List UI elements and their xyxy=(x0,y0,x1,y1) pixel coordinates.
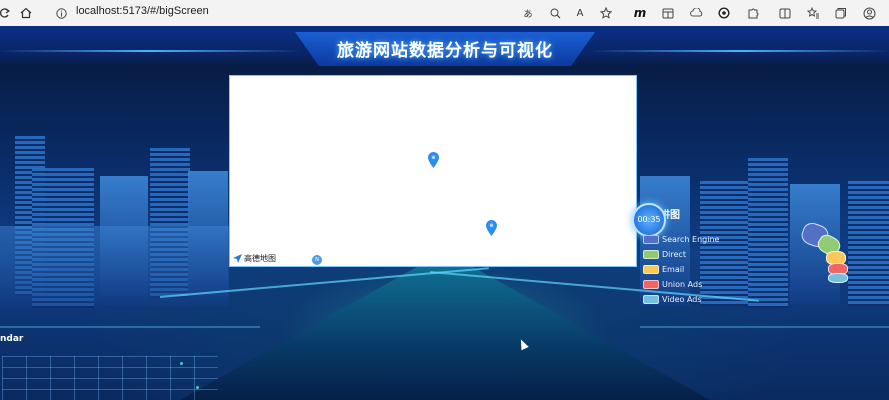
perspective-road xyxy=(180,266,710,400)
extension-icon[interactable] xyxy=(661,4,675,22)
map-marker-icon[interactable] xyxy=(486,220,497,236)
split-screen-icon[interactable] xyxy=(778,4,792,22)
header-line-left xyxy=(0,50,300,52)
calendar-dot xyxy=(180,362,183,365)
home-icon[interactable] xyxy=(19,4,33,22)
puzzle-icon[interactable] xyxy=(746,4,760,22)
light-line xyxy=(0,326,260,328)
legend-swatch xyxy=(643,250,659,259)
amap-logo: 高德地图 xyxy=(233,253,276,264)
info-icon[interactable] xyxy=(55,4,67,22)
calendar-grid[interactable] xyxy=(2,356,218,400)
map-panel[interactable]: 高德地图 N xyxy=(229,75,637,267)
navigation-arrow-icon xyxy=(233,254,242,263)
legend-item[interactable]: Direct xyxy=(643,247,719,262)
profile-icon[interactable] xyxy=(862,4,876,22)
legend-item[interactable]: Union Ads xyxy=(643,277,719,292)
collections-icon[interactable] xyxy=(834,4,848,22)
legend-label: Direct xyxy=(662,250,686,259)
address-bar[interactable]: localhost:5173/#/bigScreen xyxy=(76,5,209,17)
page-title: 旅游网站数据分析与可视化 xyxy=(337,41,553,61)
m-extension-icon[interactable]: m xyxy=(633,4,647,22)
light-line xyxy=(640,326,889,328)
map-scale-icon: N xyxy=(312,255,322,265)
translate-icon[interactable]: あ xyxy=(521,4,535,22)
building xyxy=(848,181,889,306)
reload-icon[interactable] xyxy=(0,4,10,22)
legend-label: Video Ads xyxy=(662,295,702,304)
legend-item[interactable]: Email xyxy=(643,262,719,277)
legend-swatch xyxy=(643,295,659,304)
header-line-right xyxy=(590,50,889,52)
legend-label: Search Engine xyxy=(662,235,720,244)
big-screen-dashboard: 旅游网站数据分析与可视化 高德地图 N 讲图 00:35 Search Engi… xyxy=(0,26,889,400)
legend-item[interactable]: Video Ads xyxy=(643,292,719,307)
pie-legend: Search Engine Direct Email Union Ads Vid… xyxy=(643,232,719,307)
legend-label: Union Ads xyxy=(662,280,703,289)
favorites-icon[interactable] xyxy=(806,4,820,22)
pie-slice[interactable] xyxy=(828,273,848,283)
legend-label: Email xyxy=(662,265,685,274)
favorite-icon[interactable] xyxy=(599,4,613,22)
legend-swatch xyxy=(643,265,659,274)
legend-swatch xyxy=(643,235,659,244)
building xyxy=(748,158,788,308)
legend-item[interactable]: Search Engine xyxy=(643,232,719,247)
calendar-dot xyxy=(196,386,199,389)
browser-toolbar: localhost:5173/#/bigScreen あ A m xyxy=(0,0,889,27)
legend-swatch xyxy=(643,280,659,289)
copilot-icon[interactable] xyxy=(717,4,731,22)
map-marker-icon[interactable] xyxy=(428,152,439,168)
zoom-icon[interactable] xyxy=(548,4,562,22)
cloud-icon[interactable] xyxy=(689,4,703,22)
map-provider-label: 高德地图 xyxy=(244,254,276,263)
calendar-title: ndar xyxy=(0,334,24,344)
read-aloud-icon[interactable]: A xyxy=(573,4,587,22)
